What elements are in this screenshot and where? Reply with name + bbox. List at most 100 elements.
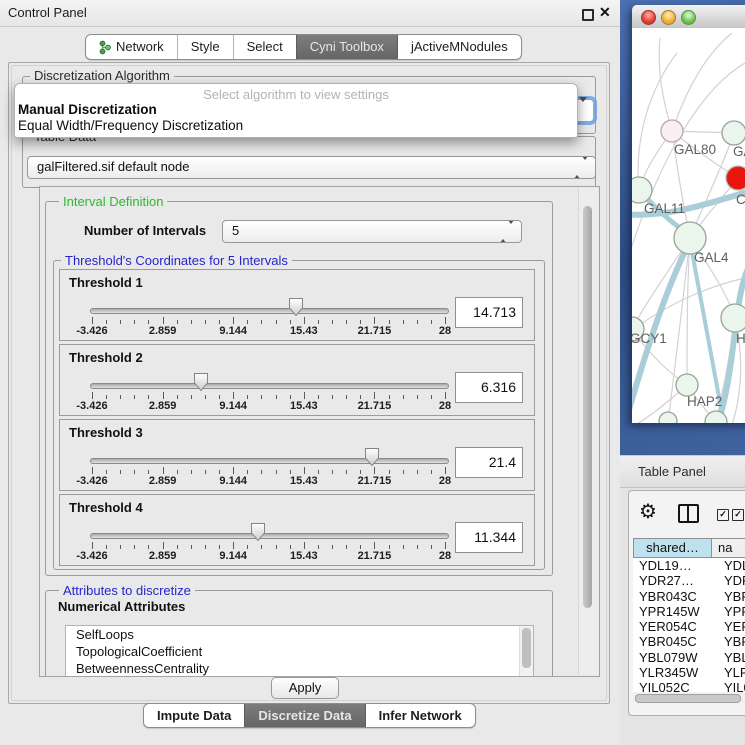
- slider-handle[interactable]: [288, 297, 304, 317]
- table-row[interactable]: YLR345WYLR3: [633, 665, 745, 680]
- list-scrollbar[interactable]: [519, 626, 533, 677]
- threshold-value-input[interactable]: 14.713: [455, 297, 523, 328]
- table-row[interactable]: YBR043CYBR0: [633, 589, 745, 604]
- combo-arrows-icon: [499, 222, 515, 242]
- threshold-panel: Threshold 4 -3.4262.8599.14415.4321.7152…: [59, 494, 535, 566]
- slider-tick-labels: -3.4262.8599.14415.4321.71528: [92, 475, 445, 487]
- table-row[interactable]: YIL052CYIL0: [633, 680, 745, 692]
- toolbox-tabbar: Network Style Select Cyni Toolbox jActiv…: [85, 34, 522, 60]
- network-node-selected-red[interactable]: [726, 166, 745, 190]
- network-node-hap2[interactable]: [676, 374, 698, 396]
- slider-track[interactable]: [90, 308, 449, 314]
- close-button[interactable]: [641, 10, 656, 25]
- slider-tick-labels: -3.4262.8599.14415.4321.71528: [92, 550, 445, 562]
- column-header-shared-name[interactable]: shared…: [633, 538, 712, 558]
- threshold-panel: Threshold 1 -3.4262.8599.14415.4321.7152…: [59, 269, 535, 341]
- list-item[interactable]: SelfLoops: [66, 626, 533, 643]
- algorithm-dropdown-popup: Select algorithm to view settings Manual…: [14, 83, 578, 138]
- control-panel-titlebar: Control Panel ✕: [0, 0, 620, 27]
- list-item[interactable]: BetweennessCentrality: [66, 660, 533, 677]
- node-label-hap2: HAP2: [687, 394, 722, 409]
- dropdown-option-manual[interactable]: Manual Discretization: [15, 102, 577, 118]
- right-region: GAL80 GA C GAL11 GAL4 GCY1 H HAP2 Table …: [620, 0, 745, 745]
- settings-scrollbar-thumb[interactable]: [583, 206, 592, 608]
- table-row[interactable]: YDR27…YDR2: [633, 573, 745, 588]
- node-attribute-table: shared… na YDL19…YDL1YDR27…YDR2YBR043CYB…: [633, 538, 745, 692]
- slider-track[interactable]: [90, 458, 449, 464]
- slider-ticks: [92, 467, 445, 475]
- network-view-window: GAL80 GA C GAL11 GAL4 GCY1 H HAP2: [632, 5, 745, 423]
- table-scrollbar-thumb[interactable]: [635, 694, 741, 703]
- tab-network[interactable]: Network: [86, 35, 177, 59]
- float-window-icon[interactable]: [582, 9, 594, 21]
- num-intervals-combobox[interactable]: 5: [222, 220, 522, 243]
- slider-track[interactable]: [90, 383, 449, 389]
- node-label-ga: GA: [733, 144, 745, 159]
- tab-impute-data[interactable]: Impute Data: [144, 704, 244, 727]
- dropdown-option-equal-width[interactable]: Equal Width/Frequency Discretization: [15, 118, 577, 134]
- checkbox-icon[interactable]: ✓: [732, 509, 744, 521]
- node-label-gcy1: GCY1: [632, 331, 667, 346]
- network-node-top-right[interactable]: [722, 121, 745, 145]
- column-layout-icon[interactable]: [678, 504, 699, 523]
- settings-scrollbar[interactable]: [578, 188, 598, 674]
- settings-scroll-panel: Interval Definition Number of Intervals …: [39, 186, 600, 677]
- tab-cyni-toolbox[interactable]: Cyni Toolbox: [296, 35, 397, 59]
- table-horizontal-scrollbar[interactable]: [633, 693, 745, 702]
- threshold-value-input[interactable]: 11.344: [455, 522, 523, 553]
- thresholds-group-title: Threshold's Coordinates for 5 Intervals: [61, 253, 292, 268]
- tab-infer-network[interactable]: Infer Network: [365, 704, 475, 727]
- threshold-label: Threshold 1: [69, 275, 143, 290]
- checkbox-icon[interactable]: ✓: [717, 509, 729, 521]
- threshold-label: Threshold 2: [69, 350, 143, 365]
- slider-tick-labels: -3.4262.8599.14415.4321.71528: [92, 400, 445, 412]
- node-label-gal80: GAL80: [674, 142, 716, 157]
- table-panel-title: Table Panel: [638, 456, 706, 487]
- close-icon[interactable]: ✕: [599, 4, 611, 21]
- network-canvas[interactable]: GAL80 GA C GAL11 GAL4 GCY1 H HAP2: [632, 28, 745, 423]
- table-row[interactable]: YPR145WYPR1: [633, 604, 745, 619]
- interval-definition-title: Interval Definition: [59, 194, 167, 209]
- network-node-bottom-left[interactable]: [659, 412, 677, 423]
- attributes-group-title: Attributes to discretize: [59, 583, 195, 598]
- slider-handle[interactable]: [364, 447, 380, 467]
- zoom-button[interactable]: [681, 10, 696, 25]
- table-panel-header: Table Panel: [620, 455, 745, 488]
- network-node-gal80[interactable]: [661, 120, 683, 142]
- minimize-button[interactable]: [661, 10, 676, 25]
- numerical-attributes-list[interactable]: SelfLoopsTopologicalCoefficientBetweenne…: [65, 625, 534, 677]
- network-icon: [99, 40, 111, 55]
- node-label-c: C: [736, 192, 745, 207]
- list-scrollbar-thumb[interactable]: [522, 628, 531, 668]
- network-window-titlebar: [632, 5, 745, 29]
- table-row[interactable]: YBR045CYBR0: [633, 634, 745, 649]
- tab-discretize-data[interactable]: Discretize Data: [244, 704, 364, 727]
- list-item[interactable]: TopologicalCoefficient: [66, 643, 533, 660]
- control-panel: Control Panel ✕ Network Style Select Cyn…: [0, 0, 621, 745]
- gear-icon[interactable]: ⚙: [639, 499, 657, 524]
- slider-handle[interactable]: [193, 372, 209, 392]
- tab-style[interactable]: Style: [177, 35, 233, 59]
- table-row[interactable]: YBL079WYBL0: [633, 650, 745, 665]
- slider-handle[interactable]: [250, 522, 266, 542]
- apply-button[interactable]: Apply: [271, 677, 339, 699]
- table-row[interactable]: YDL19…YDL1: [633, 558, 745, 573]
- table-panel-window: ⚙ ✓ ✓ shared… na YDL19…YDL1YDR27…YDR2YBR…: [628, 490, 745, 716]
- threshold-value-input[interactable]: 21.4: [455, 447, 523, 478]
- threshold-value-input[interactable]: 6.316: [455, 372, 523, 403]
- slider-ticks: [92, 317, 445, 325]
- slider-ticks: [92, 392, 445, 400]
- network-node-right-mid[interactable]: [721, 304, 745, 332]
- table-data-combobox[interactable]: galFiltered.sif default node: [27, 156, 596, 179]
- tab-select[interactable]: Select: [233, 35, 296, 59]
- threshold-label: Threshold 3: [69, 425, 143, 440]
- tab-jactivemnodules[interactable]: jActiveMNodules: [397, 35, 521, 59]
- threshold-panel: Threshold 3 -3.4262.8599.14415.4321.7152…: [59, 419, 535, 491]
- network-node-gal11[interactable]: [632, 177, 652, 203]
- column-header-name[interactable]: na: [712, 538, 745, 558]
- num-intervals-label: Number of Intervals: [84, 223, 206, 238]
- table-header-row: shared… na: [633, 538, 745, 558]
- slider-track[interactable]: [90, 533, 449, 539]
- numerical-attributes-heading: Numerical Attributes: [58, 599, 185, 614]
- table-row[interactable]: YER054CYER0: [633, 619, 745, 634]
